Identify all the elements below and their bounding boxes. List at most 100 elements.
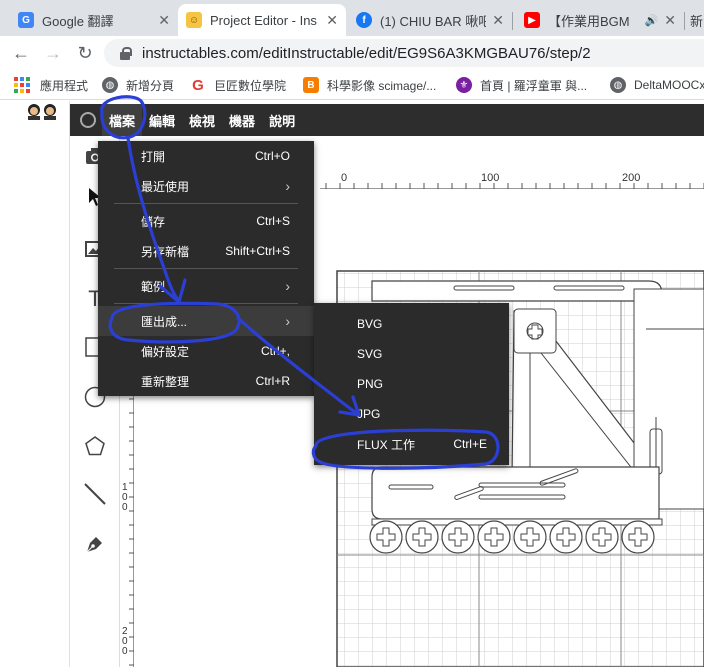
chevron-right-icon: › <box>285 313 290 329</box>
ruler-label: 100 <box>481 172 500 184</box>
back-arrow-icon[interactable]: ← <box>8 40 34 66</box>
export-flux-task[interactable]: FLUX 工作 Ctrl+E <box>314 429 509 459</box>
gear-circle <box>441 520 475 554</box>
page-left-margin <box>0 101 70 667</box>
menu-label: SVG <box>357 347 383 361</box>
tab-youtube[interactable]: ▶ 【作業用BGM 🔊 ✕ <box>516 4 684 36</box>
browser-tab-strip: G Google 翻譯 ✕ ☺ Project Editor - Ins ✕ f… <box>0 0 704 36</box>
tab-separator <box>684 12 685 30</box>
browser-toolbar: ← → ↻ instructables.com/editInstructable… <box>0 36 704 70</box>
menu-examples[interactable]: 範例 › <box>98 271 314 301</box>
close-tab-icon[interactable]: ✕ <box>158 12 170 29</box>
gear-circle <box>621 520 655 554</box>
menu-separator <box>114 303 298 304</box>
apps-grid-icon <box>14 77 30 93</box>
reload-icon[interactable]: ↻ <box>72 40 98 66</box>
menu-label: 匯出成... <box>141 314 188 329</box>
bookmark-new-tab[interactable]: ◍ 新增分頁 <box>102 76 174 94</box>
ruler-label: 0 <box>341 172 348 184</box>
menu-label: FLUX 工作 <box>357 437 416 452</box>
bookmark-label: 應用程式 <box>40 78 89 93</box>
menu-shortcut: Ctrl+S <box>256 214 290 228</box>
menu-shortcut: Ctrl+O <box>254 149 290 163</box>
menu-reload[interactable]: 重新整理 Ctrl+R <box>98 366 314 396</box>
gear-circle <box>369 520 403 554</box>
menu-label: 打開 <box>141 149 166 164</box>
bookmark-apps[interactable]: 應用程式 <box>14 76 88 94</box>
scout-icon: ⚜ <box>456 77 472 93</box>
tab-title: 新 <box>690 13 704 29</box>
menu-shortcut: Ctrl+, <box>260 344 290 358</box>
bookmark-scimage[interactable]: B 科學影像 scimage/... <box>303 76 436 94</box>
menu-preferences[interactable]: 偏好設定 Ctrl+, <box>98 336 314 366</box>
globe-icon: ◍ <box>102 77 118 93</box>
close-tab-icon[interactable]: ✕ <box>492 12 504 29</box>
menu-shortcut: Ctrl+R <box>255 374 290 388</box>
tab-separator <box>512 12 513 30</box>
youtube-icon: ▶ <box>524 12 540 28</box>
polygon-icon[interactable] <box>80 431 110 461</box>
globe-icon: ◍ <box>610 77 626 93</box>
menu-label: 範例 <box>141 279 166 294</box>
line-icon[interactable] <box>80 479 110 509</box>
menu-separator <box>114 268 298 269</box>
menu-file[interactable]: 檔案 <box>102 104 143 136</box>
ruler-label: 200 <box>122 626 128 657</box>
ruler-label: 200 <box>622 172 641 184</box>
ruler-label: 100 <box>122 482 128 513</box>
bookmark-label: 巨匠數位學院 <box>214 78 287 93</box>
tab-title: (1) CHIU BAR 啾吧 <box>380 13 487 29</box>
tab-google-translate[interactable]: G Google 翻譯 ✕ <box>10 4 178 36</box>
menu-machine[interactable]: 機器 <box>222 104 262 136</box>
menu-label: 偏好設定 <box>141 344 190 359</box>
bookmark-label: 首頁 | 羅浮童軍 與... <box>480 78 588 93</box>
menu-open[interactable]: 打開 Ctrl+O <box>98 141 314 171</box>
menu-label: BVG <box>357 317 383 331</box>
menu-shortcut: Shift+Ctrl+S <box>225 244 290 258</box>
bookmark-jujiang[interactable]: G 巨匠數位學院 <box>190 76 286 94</box>
app-logo-icon <box>80 112 96 128</box>
menu-label: PNG <box>357 377 384 391</box>
google-translate-icon: G <box>18 12 34 28</box>
export-png[interactable]: PNG <box>314 369 509 399</box>
export-svg[interactable]: SVG <box>314 339 509 369</box>
menu-view[interactable]: 檢視 <box>182 104 222 136</box>
close-tab-icon[interactable]: ✕ <box>664 12 676 29</box>
export-bvg[interactable]: BVG <box>314 309 509 339</box>
menu-recent[interactable]: 最近使用 › <box>98 171 314 201</box>
gear-circle <box>585 520 619 554</box>
bookmark-label: DeltaMOOCx <box>634 78 704 92</box>
menu-label: 另存新檔 <box>141 244 190 259</box>
menu-export[interactable]: 匯出成... › <box>98 306 314 336</box>
horizontal-ruler: 0 100 200 <box>320 171 704 189</box>
gear-circle <box>513 520 547 554</box>
tab-new-page[interactable]: 新 <box>686 4 704 36</box>
bookmark-label: 科學影像 scimage/... <box>327 78 437 93</box>
chevron-right-icon: › <box>285 278 290 294</box>
close-tab-icon[interactable]: ✕ <box>326 12 338 29</box>
menu-save[interactable]: 儲存 Ctrl+S <box>98 206 314 236</box>
address-bar[interactable]: instructables.com/editInstructable/edit/… <box>104 39 704 67</box>
bookmark-deltamoocx[interactable]: ◍ DeltaMOOCx <box>610 76 704 94</box>
gear-circle <box>549 520 583 554</box>
url-text: instructables.com/editInstructable/edit/… <box>142 44 591 62</box>
gear-circle <box>405 520 439 554</box>
gear-circle <box>477 520 511 554</box>
g-logo-icon: G <box>190 77 206 94</box>
menu-shortcut: Ctrl+E <box>453 437 487 451</box>
menu-edit[interactable]: 編輯 <box>142 104 182 136</box>
menu-save-as[interactable]: 另存新檔 Shift+Ctrl+S <box>98 236 314 266</box>
forward-arrow-icon[interactable]: → <box>40 40 66 66</box>
chevron-right-icon: › <box>285 178 290 194</box>
menu-label: JPG <box>357 407 381 421</box>
instructables-robot-icon: ☺ <box>186 12 202 28</box>
tab-facebook[interactable]: f (1) CHIU BAR 啾吧 ✕ <box>348 4 512 36</box>
facebook-icon: f <box>356 12 372 28</box>
pen-icon[interactable] <box>80 529 110 559</box>
bookmark-scouts[interactable]: ⚜ 首頁 | 羅浮童軍 與... <box>456 76 587 94</box>
menu-help[interactable]: 說明 <box>262 104 302 136</box>
bookmarks-bar: 應用程式 ◍ 新增分頁 G 巨匠數位學院 B 科學影像 scimage/... … <box>0 70 704 100</box>
export-jpg[interactable]: JPG <box>314 399 509 429</box>
lock-icon <box>118 46 132 60</box>
tab-project-editor[interactable]: ☺ Project Editor - Ins ✕ <box>178 4 346 36</box>
